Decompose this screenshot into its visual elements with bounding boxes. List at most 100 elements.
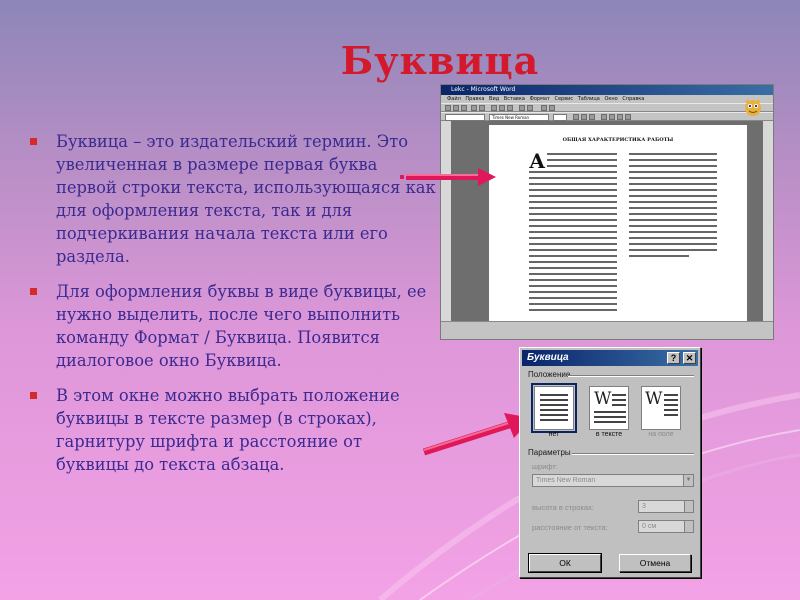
spinner-icon (684, 501, 693, 512)
page-heading: ОБЩАЯ ХАРАКТЕРИСТИКА РАБОТЫ (562, 137, 674, 143)
open-icon (453, 105, 459, 111)
text-line (529, 195, 617, 197)
text-line (529, 243, 617, 245)
text-line (629, 237, 717, 239)
office-assistant-icon (745, 99, 761, 116)
lines-stepper[interactable]: 3 (638, 500, 694, 513)
position-none-option[interactable] (531, 383, 577, 433)
text-line (529, 273, 617, 275)
word-menu-item: Формат (529, 96, 550, 102)
option-line (664, 394, 678, 396)
text-line (529, 225, 617, 227)
bullet-square-icon (30, 138, 37, 145)
text-line (629, 153, 717, 155)
text-line (529, 189, 617, 191)
position-section-label: Положение (528, 370, 571, 379)
text-line (629, 225, 717, 227)
word-toolbar (441, 103, 773, 112)
help-button[interactable]: ? (667, 352, 680, 364)
text-line (529, 261, 617, 263)
text-line (529, 171, 617, 173)
text-line (529, 231, 617, 233)
text-column-left: А (529, 151, 617, 321)
option-line (664, 409, 678, 411)
lines-value: 3 (642, 503, 646, 510)
text-line (529, 183, 617, 185)
cut-icon (491, 105, 497, 111)
columns-icon (549, 105, 555, 111)
table-icon (541, 105, 547, 111)
text-line (629, 219, 717, 221)
divider (572, 453, 694, 455)
text-line (529, 255, 617, 257)
underline-icon (589, 114, 595, 120)
bullet-item: Буквица – это издательский термин. Это у… (30, 130, 440, 268)
option-line (594, 421, 626, 423)
text-line (529, 297, 617, 299)
word-menu-item: Вид (489, 96, 500, 102)
bullet-text: В этом окне можно выбрать положение букв… (56, 386, 400, 474)
font-select[interactable]: Times New Roman ▼ (532, 474, 694, 487)
dropcap-glyph: W (645, 389, 663, 409)
text-line (629, 165, 717, 167)
option-line (664, 414, 678, 416)
word-menu-item: Вставка (503, 96, 525, 102)
justify-icon (625, 114, 631, 120)
distance-label: расстояние от текста: (532, 523, 608, 532)
params-section-label: Параметры (528, 448, 571, 457)
bullet-item: В этом окне можно выбрать положение букв… (30, 384, 440, 476)
text-line (629, 159, 717, 161)
position-in-text-label: в тексте (595, 431, 623, 438)
text-line (529, 303, 617, 305)
position-none-label: нет (548, 431, 560, 438)
bullet-text: Для оформления буквы в виде буквицы, ее … (56, 282, 427, 370)
word-menu-bar: Файл Правка Вид Вставка Формат Сервис Та… (441, 95, 773, 103)
divider (568, 375, 694, 377)
text-line (529, 279, 617, 281)
word-document-area: ОБЩАЯ ХАРАКТЕРИСТИКА РАБОТЫ А (451, 121, 763, 325)
option-line (540, 394, 568, 396)
word-left-ruler (441, 121, 451, 321)
dropcap-dialog: Буквица ? ✕ Положение нет W в тексте W н… (519, 347, 701, 578)
text-line (529, 309, 617, 311)
text-line (629, 207, 717, 209)
align-left-icon (601, 114, 607, 120)
paste-icon (507, 105, 513, 111)
save-icon (461, 105, 467, 111)
word-page: ОБЩАЯ ХАРАКТЕРИСТИКА РАБОТЫ А (489, 125, 747, 325)
position-margin-option[interactable]: W (641, 386, 681, 430)
position-margin-label: на поле (648, 431, 674, 438)
word-menu-item: Справка (622, 96, 645, 102)
position-in-text-option[interactable]: W (589, 386, 629, 430)
text-line (629, 213, 717, 215)
align-right-icon (617, 114, 623, 120)
ok-button[interactable]: ОК (528, 553, 602, 573)
word-menu-item: Окно (604, 96, 618, 102)
bullet-item: Для оформления буквы в виде буквицы, ее … (30, 280, 440, 372)
option-line (664, 404, 678, 406)
text-line (629, 183, 717, 185)
bullet-square-icon (30, 288, 37, 295)
preview-icon (479, 105, 485, 111)
close-button[interactable]: ✕ (683, 352, 696, 364)
copy-icon (499, 105, 505, 111)
word-menu-item: Сервис (554, 96, 574, 102)
new-doc-icon (445, 105, 451, 111)
option-line (594, 411, 626, 413)
text-line (529, 201, 617, 203)
option-line (612, 399, 626, 401)
text-line (629, 189, 717, 191)
word-vertical-scrollbar[interactable] (763, 121, 773, 321)
cancel-button[interactable]: Отмена (619, 554, 691, 572)
lines-label: высота в строках: (532, 503, 594, 512)
bullet-text: Буквица – это издательский термин. Это у… (56, 132, 436, 266)
text-line (529, 177, 617, 179)
word-menu-item: Файл (447, 96, 461, 102)
text-line (629, 177, 717, 179)
text-line (529, 267, 617, 269)
option-line (540, 409, 568, 411)
text-line (629, 195, 717, 197)
text-line (629, 243, 717, 245)
distance-stepper[interactable]: 0 см (638, 520, 694, 533)
chevron-down-icon: ▼ (683, 475, 693, 486)
